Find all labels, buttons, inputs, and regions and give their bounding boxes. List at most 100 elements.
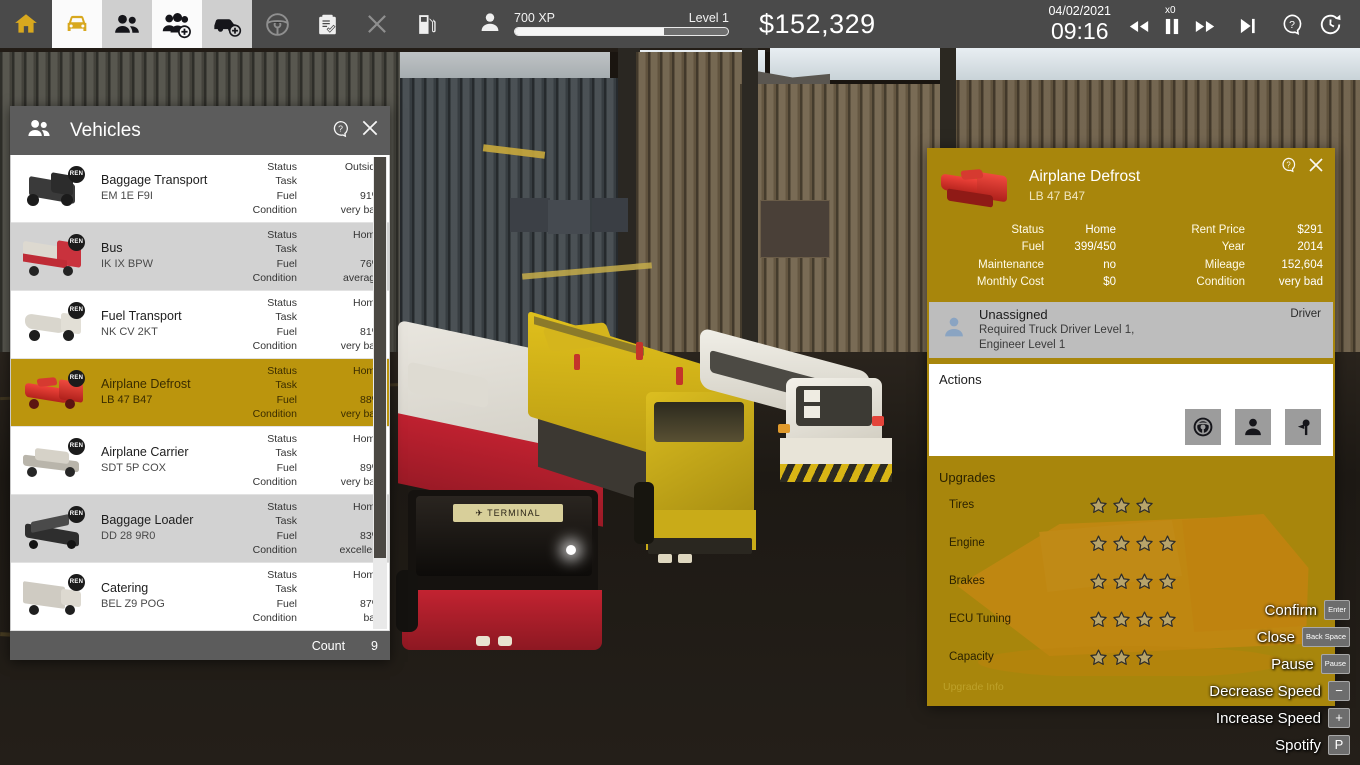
home-icon	[15, 14, 37, 33]
vehicle-list-item[interactable]: REN Fuel Transport NK CV 2KT Status Task…	[11, 291, 389, 359]
svg-text:?: ?	[1286, 160, 1291, 169]
driver-text-block: Unassigned Required Truck Driver Level 1…	[979, 307, 1290, 353]
upgrade-label: Capacity	[949, 651, 994, 664]
vehicles-list[interactable]: REN Baggage Transport EM 1E F9I Status T…	[10, 155, 390, 631]
detail-help-button[interactable]: ?	[1280, 156, 1297, 179]
rewind-button[interactable]	[1121, 19, 1157, 34]
star-icon[interactable]	[1089, 648, 1108, 667]
pause-button[interactable]	[1157, 18, 1187, 35]
upgrade-stars[interactable]	[1089, 496, 1154, 515]
status-label: Status	[267, 568, 297, 581]
game-time: 09:16	[1050, 17, 1109, 44]
star-icon[interactable]	[1112, 534, 1131, 553]
vehicle-list-item[interactable]: REN Catering BEL Z9 POG Status Task Fuel…	[11, 563, 389, 631]
star-icon[interactable]	[1135, 610, 1154, 629]
task-label: Task	[275, 447, 297, 460]
right-stat-value: 152,604	[1281, 258, 1323, 271]
driver-role-label: Driver	[1290, 307, 1321, 320]
star-icon[interactable]	[1089, 610, 1108, 629]
vehicles-close-button[interactable]	[360, 118, 380, 143]
upgrades-title: Upgrades	[939, 469, 996, 485]
driver-name: Unassigned	[979, 306, 1048, 322]
vehicle-name: Airplane Carrier	[101, 445, 189, 460]
skip-button[interactable]	[1231, 18, 1265, 34]
upgrade-stars[interactable]	[1089, 572, 1177, 591]
detail-close-button[interactable]	[1307, 156, 1325, 179]
star-icon[interactable]	[1112, 648, 1131, 667]
drive-button[interactable]	[252, 0, 302, 48]
assign-driver-button[interactable]	[1233, 406, 1273, 447]
manufacturer-badge: REN	[68, 165, 85, 183]
cancel-button[interactable]	[352, 0, 402, 48]
vehicle-list-item[interactable]: REN Airplane Carrier SDT 5P COX Status T…	[11, 427, 389, 495]
upgrade-stars[interactable]	[1089, 610, 1177, 629]
vehicles-button[interactable]	[52, 0, 102, 48]
star-icon[interactable]	[1089, 534, 1108, 553]
key-hint-label: Confirm	[1264, 601, 1318, 619]
detail-vehicle-plate: LB 47 B47	[1029, 189, 1086, 204]
car-icon	[67, 15, 87, 31]
help-button[interactable]: ?	[1273, 12, 1311, 36]
star-icon[interactable]	[1135, 572, 1154, 591]
left-stat-value: Home	[1085, 224, 1116, 236]
star-icon[interactable]	[1089, 496, 1108, 515]
vehicles-list-scrollbar[interactable]	[373, 157, 387, 629]
detail-driver-section[interactable]: Unassigned Required Truck Driver Level 1…	[929, 301, 1333, 358]
home-button[interactable]	[0, 0, 52, 48]
vehicle-name-block: Airplane Carrier SDT 5P COX	[95, 445, 253, 475]
hire-staff-button[interactable]	[152, 0, 202, 48]
manufacturer-badge: REN	[68, 573, 85, 591]
manufacturer-badge: REN	[68, 301, 85, 319]
star-icon[interactable]	[1112, 610, 1131, 629]
vehicle-list-item[interactable]: REN Baggage Loader DD 28 9R0 Status Task…	[11, 495, 389, 563]
condition-label: Condition	[252, 203, 297, 216]
detail-vehicle-thumbnail	[939, 166, 1017, 214]
star-icon[interactable]	[1112, 496, 1131, 515]
vehicle-list-item[interactable]: REN Baggage Transport EM 1E F9I Status T…	[11, 155, 389, 223]
star-icon[interactable]	[1112, 572, 1131, 591]
fuel-pump-icon	[418, 14, 436, 34]
star-icon[interactable]	[1089, 572, 1108, 591]
vehicle-list-item[interactable]: REN Airplane Defrost LB 47 B47 Status Ta…	[11, 359, 389, 427]
vehicle-stats: Status Task Fuel Condition Home 81% very…	[253, 296, 381, 354]
condition-label: Condition	[252, 543, 297, 556]
vehicles-panel-header: Vehicles ?	[10, 106, 390, 155]
star-icon[interactable]	[1158, 572, 1177, 591]
buy-vehicle-button[interactable]	[202, 0, 252, 48]
scrollbar-thumb[interactable]	[374, 157, 386, 559]
drive-action-button[interactable]	[1183, 406, 1223, 447]
vehicle-plate: BEL Z9 POG	[101, 597, 165, 610]
rewind-icon	[1129, 20, 1149, 32]
people-add-icon	[162, 12, 191, 38]
vehicle-name-block: Baggage Loader DD 28 9R0	[95, 513, 253, 543]
vehicle-name: Bus	[101, 241, 123, 256]
contracts-button[interactable]	[302, 0, 352, 48]
vehicle-stat-labels: Status Task Fuel Condition	[253, 296, 297, 354]
star-icon[interactable]	[1158, 534, 1177, 553]
refuel-button[interactable]	[402, 0, 452, 48]
vehicles-help-button[interactable]: ?	[331, 119, 350, 143]
reset-time-button[interactable]	[1311, 12, 1350, 37]
star-icon[interactable]	[1135, 534, 1154, 553]
vehicle-stats: Status Task Fuel Condition Home 89% very…	[253, 432, 381, 490]
vehicle-list-item[interactable]: REN Bus IK IX BPW Status Task Fuel Condi…	[11, 223, 389, 291]
vehicle-stat-labels: Status Task Fuel Condition	[253, 568, 297, 626]
condition-label: Condition	[252, 339, 297, 352]
vehicle-plate: SDT 5P COX	[101, 461, 167, 474]
key-hint-label: Spotify	[1275, 736, 1321, 754]
upgrade-stars[interactable]	[1089, 534, 1177, 553]
star-icon[interactable]	[1158, 610, 1177, 629]
send-to-location-button[interactable]	[1283, 406, 1323, 447]
staff-button[interactable]	[102, 0, 152, 48]
vehicle-thumbnail: REN	[21, 368, 89, 418]
right-stat-value: very bad	[1278, 276, 1323, 289]
upgrade-stars[interactable]	[1089, 648, 1154, 667]
detail-header-icons: ?	[1270, 156, 1325, 179]
vehicle-plate: NK CV 2KT	[101, 325, 158, 338]
star-icon[interactable]	[1135, 496, 1154, 515]
fast-forward-button[interactable]	[1187, 19, 1223, 34]
vehicle-stats: Status Task Fuel Condition Home 88% very…	[253, 364, 381, 422]
hangar-wall-mid	[636, 52, 746, 372]
star-icon[interactable]	[1135, 648, 1154, 667]
key-hint-row: Close Back Space	[1257, 627, 1350, 647]
